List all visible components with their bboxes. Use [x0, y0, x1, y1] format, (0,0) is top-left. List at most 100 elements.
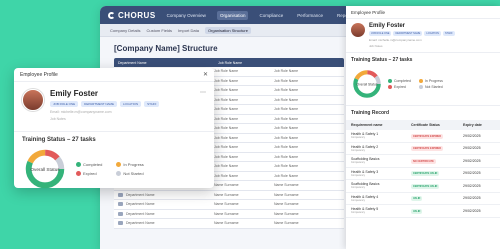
- status-badge: CERTIFICATE VALID: [411, 183, 440, 189]
- department-cell: Department Name: [114, 202, 214, 207]
- tab-organisation-structure[interactable]: Organisation Structure: [204, 26, 251, 34]
- tag-location: LOCATION: [424, 31, 441, 36]
- nav-performance[interactable]: Performance: [294, 11, 326, 20]
- chorus-logo[interactable]: CHORUS: [108, 11, 156, 20]
- nav-company-overview[interactable]: Company Overview: [164, 11, 209, 20]
- role-cell: Name Surname: [274, 211, 299, 216]
- status-badge: CERTIFICATE VALID: [411, 171, 440, 177]
- card-employee-name: Emily Foster: [50, 89, 99, 98]
- role-cell: Name Surname: [214, 183, 239, 188]
- folder-icon: [118, 221, 123, 226]
- role-cell: Job Role Name: [214, 164, 239, 169]
- requirement-cell: Health & Safety 2 Competency: [351, 144, 379, 152]
- training-status: Overall Status Completed In Progress Exp…: [346, 67, 500, 105]
- more-options-icon[interactable]: ⋯: [200, 89, 206, 121]
- role-cell: Name Surname: [274, 221, 299, 226]
- role-cell: Job Role Name: [274, 116, 299, 121]
- card-donut-label: Overall Status: [30, 167, 60, 172]
- role-cell: Name Surname: [214, 202, 239, 207]
- card-employee-email: Email: michelle.m@companyname.com: [50, 110, 112, 114]
- legend-completed: Completed: [388, 79, 411, 83]
- status-badge: VALID: [411, 196, 423, 202]
- card-avatar: [22, 89, 44, 111]
- role-cell: Name Surname: [274, 202, 299, 207]
- card-header: Employee Profile ✕: [14, 68, 214, 82]
- role-cell: Job Role Name: [214, 97, 239, 102]
- table-row[interactable]: Department NameName SurnameName Surname: [114, 200, 344, 210]
- legend-in-progress: In Progress: [418, 79, 443, 83]
- employee-email: Email: michelle.m@companyname.com: [369, 38, 422, 42]
- department-cell: Department Name: [114, 211, 214, 216]
- status-badge: VALID: [411, 208, 423, 214]
- role-cell: Name Surname: [214, 211, 239, 216]
- record-list: Health & Safety 1 Competency CERTIFICATE E…: [346, 130, 500, 218]
- card-title: Employee Profile: [20, 71, 58, 78]
- role-cell: Job Role Name: [214, 135, 239, 140]
- tag-department: DEPARTMENT NAME: [393, 31, 423, 36]
- status-legend: Completed In Progress Expired Not Starte…: [388, 79, 443, 89]
- status-cell: CERTIFICATE EXPIRED: [411, 133, 463, 139]
- role-cell: Job Role Name: [274, 135, 299, 140]
- folder-icon: [118, 192, 123, 197]
- tab-company-details[interactable]: Company Details: [110, 28, 140, 33]
- record-row[interactable]: Scaffolding Basics Competency NO CERTIFICA…: [346, 155, 500, 168]
- donut-label: Overall Status: [357, 82, 378, 86]
- expiry-cell: 29/02/2025: [463, 183, 481, 188]
- record-row[interactable]: Health & Safety 4 Competency VALID 29/02/20…: [346, 193, 500, 205]
- employee-profile-panel: Employee Profile Emily Foster JOB ROLE O…: [346, 6, 500, 249]
- requirement-cell: Health & Safety 5 Competency: [351, 207, 379, 215]
- record-row[interactable]: Scaffolding Basics Competency CERTIFICATE …: [346, 180, 500, 193]
- role-cell: Job Role Name: [274, 154, 299, 159]
- role-cell: Name Surname: [274, 183, 299, 188]
- status-cell: NO CERTIFICATE: [411, 158, 463, 164]
- role-cell: Job Role Name: [214, 126, 239, 131]
- record-row[interactable]: Health & Safety 3 Competency CERTIFICATE V…: [346, 168, 500, 180]
- record-row[interactable]: Health & Safety 2 Competency CERTIFICATE E…: [346, 143, 500, 155]
- role-cell: Job Role Name: [214, 145, 239, 150]
- role-cell: Job Role Name: [274, 145, 299, 150]
- tag-job-role: JOB ROLE ONE: [369, 31, 392, 36]
- role-cell: Job Role Name: [214, 116, 239, 121]
- folder-icon: [118, 211, 123, 216]
- record-row[interactable]: Health & Safety 5 Competency VALID 29/02/20…: [346, 205, 500, 218]
- role-cell: Job Role Name: [274, 97, 299, 102]
- role-cell: Job Role Name: [214, 88, 239, 93]
- legend-expired: Expired: [388, 85, 411, 89]
- role-cell: Job Role Name: [214, 107, 239, 112]
- card-legend-in-progress: In Progress: [116, 162, 144, 167]
- card-training-status: Overall Status Completed In Progress Exp…: [14, 145, 214, 193]
- status-cell: CERTIFICATE VALID: [411, 171, 463, 177]
- tab-import-data[interactable]: Import Data: [178, 28, 199, 33]
- role-cell: Job Role Name: [214, 154, 239, 159]
- card-tag-list: JOB ROLE ONE DEPARTMENT NAME LOCATION ST…: [50, 101, 160, 107]
- status-badge: CERTIFICATE EXPIRED: [411, 146, 444, 152]
- close-icon[interactable]: ✕: [203, 71, 208, 78]
- expiry-cell: 29/02/2025: [463, 133, 481, 138]
- status-badge: CERTIFICATE EXPIRED: [411, 133, 444, 139]
- card-profile: Emily Foster JOB ROLE ONE DEPARTMENT NAM…: [14, 82, 214, 125]
- card-tag-location: LOCATION: [120, 101, 142, 107]
- role-cell: Job Role Name: [274, 164, 299, 169]
- role-cell: Job Role Name: [274, 107, 299, 112]
- status-cell: VALID: [411, 196, 463, 202]
- status-donut: Overall Status: [353, 70, 381, 98]
- nav-compliance[interactable]: Compliance: [256, 11, 286, 20]
- requirement-cell: Health & Safety 1 Competency: [351, 132, 379, 140]
- training-record-title: Training Record: [346, 105, 500, 120]
- card-legend-expired: Expired: [76, 171, 102, 176]
- requirement-cell: Health & Safety 3 Competency: [351, 169, 379, 177]
- header-expiry: Expiry date: [463, 123, 482, 127]
- tab-custom-fields[interactable]: Custom Fields: [146, 28, 172, 33]
- role-cell: Job Role Name: [214, 69, 239, 74]
- table-row[interactable]: Department NameName SurnameName Surname: [114, 219, 344, 229]
- card-legend-completed: Completed: [76, 162, 102, 167]
- header-requirement: Requirement name: [351, 123, 383, 127]
- status-badge: NO CERTIFICATE: [411, 158, 436, 164]
- header-cert-status: Certificate Status: [411, 123, 440, 127]
- nav-organisation[interactable]: Organisation: [216, 10, 249, 20]
- table-header: Department Name Job Role Name: [114, 58, 344, 67]
- record-row[interactable]: Health & Safety 1 Competency CERTIFICATE E…: [346, 130, 500, 143]
- role-cell: Job Role Name: [274, 173, 299, 178]
- table-row[interactable]: Department NameName SurnameName Surname: [114, 209, 344, 219]
- card-training-title: Training Status – 27 tasks: [14, 131, 214, 145]
